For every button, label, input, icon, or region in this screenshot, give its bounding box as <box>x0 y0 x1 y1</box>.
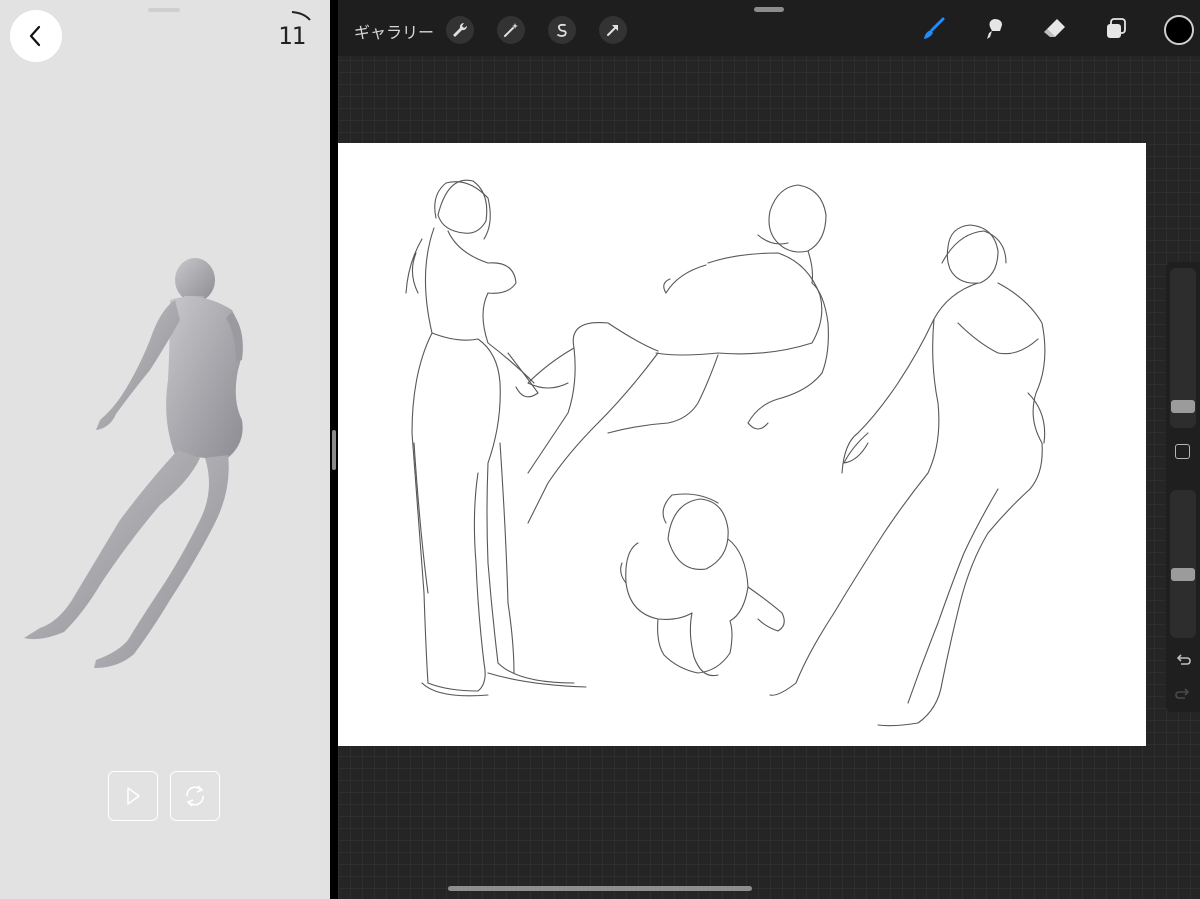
transform-button[interactable] <box>599 16 627 44</box>
split-view-handle[interactable] <box>332 430 336 470</box>
drawing-canvas[interactable] <box>338 143 1146 746</box>
panel-grabber[interactable] <box>148 8 180 12</box>
selection-icon <box>557 23 567 37</box>
drawing-app: ギャラリー <box>338 0 1200 899</box>
smudge-icon <box>987 19 1002 39</box>
modify-button[interactable] <box>1175 444 1190 459</box>
brush-sidebar <box>1166 262 1200 712</box>
selection-button[interactable] <box>548 16 576 44</box>
reference-panel: 11 <box>0 0 330 899</box>
color-picker[interactable] <box>1164 15 1194 45</box>
chevron-left-icon <box>29 25 41 47</box>
brush-tool[interactable] <box>918 14 948 44</box>
actions-button[interactable] <box>446 16 474 44</box>
opacity-knob[interactable] <box>1171 568 1195 581</box>
back-button[interactable] <box>10 10 62 62</box>
brush-size-slider[interactable] <box>1170 268 1196 428</box>
eraser-icon <box>1044 19 1065 37</box>
wrench-icon <box>453 22 468 37</box>
brush-size-knob[interactable] <box>1171 400 1195 413</box>
repeat-icon <box>186 785 204 807</box>
adjustments-button[interactable] <box>497 16 525 44</box>
magic-wand-icon <box>504 23 518 37</box>
gallery-button[interactable]: ギャラリー <box>354 19 434 43</box>
layers-button[interactable] <box>1101 14 1131 44</box>
top-grabber[interactable] <box>754 7 784 12</box>
smudge-tool[interactable] <box>979 14 1009 44</box>
play-icon <box>127 787 140 805</box>
timer-value: 11 <box>278 22 306 50</box>
play-button[interactable] <box>108 771 158 821</box>
opacity-slider[interactable] <box>1170 490 1196 638</box>
transform-arrow-icon <box>607 25 618 36</box>
redo-icon[interactable] <box>1174 686 1192 704</box>
pose-timer: 11 <box>278 8 318 50</box>
layers-icon <box>1107 18 1126 38</box>
top-toolbar: ギャラリー <box>338 0 1200 56</box>
loop-button[interactable] <box>170 771 220 821</box>
home-indicator[interactable] <box>448 886 752 891</box>
brush-icon <box>924 17 945 39</box>
undo-icon[interactable] <box>1174 652 1192 670</box>
eraser-tool[interactable] <box>1040 14 1070 44</box>
3d-figure-model[interactable] <box>0 240 330 690</box>
